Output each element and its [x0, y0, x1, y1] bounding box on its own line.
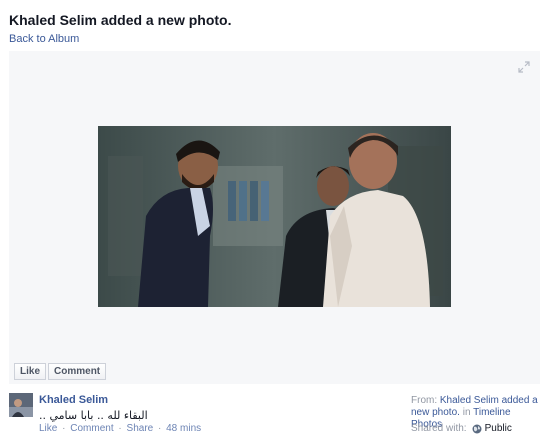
- globe-icon: [472, 424, 482, 433]
- from-prefix: From:: [411, 395, 438, 406]
- post-author-name[interactable]: Khaled Selim: [39, 394, 108, 406]
- from-in-word: in: [462, 407, 471, 418]
- photo-stage: Like Comment: [9, 51, 540, 384]
- audience-selector[interactable]: Public: [485, 423, 512, 434]
- comment-button[interactable]: Comment: [48, 363, 107, 380]
- post-actions: Like · Comment · Share · 48 mins: [39, 423, 201, 434]
- main-photo[interactable]: [98, 126, 451, 307]
- separator: ·: [118, 423, 122, 434]
- back-to-album-link[interactable]: Back to Album: [9, 33, 79, 45]
- separator: ·: [62, 423, 66, 434]
- shared-with-label: Shared with:: [411, 423, 467, 434]
- header-author-name[interactable]: Khaled Selim: [9, 12, 97, 28]
- post-like-link[interactable]: Like: [39, 423, 57, 434]
- post-share-link[interactable]: Share: [127, 423, 154, 434]
- avatar[interactable]: [9, 393, 33, 417]
- post-details: Khaled Selim البقاء لله .. بابا سامي .. …: [9, 390, 540, 437]
- post-timestamp[interactable]: 48 mins: [166, 423, 201, 434]
- page-title: Khaled Selim added a new photo.: [9, 12, 231, 28]
- post-comment-link[interactable]: Comment: [70, 423, 113, 434]
- like-button[interactable]: Like: [14, 363, 47, 380]
- separator: ·: [158, 423, 162, 434]
- audience-row: Shared with: Public: [411, 423, 512, 434]
- post-caption: البقاء لله .. بابا سامي ..: [39, 409, 148, 422]
- header-action-text: added a new photo.: [100, 12, 232, 28]
- expand-icon[interactable]: [518, 61, 530, 73]
